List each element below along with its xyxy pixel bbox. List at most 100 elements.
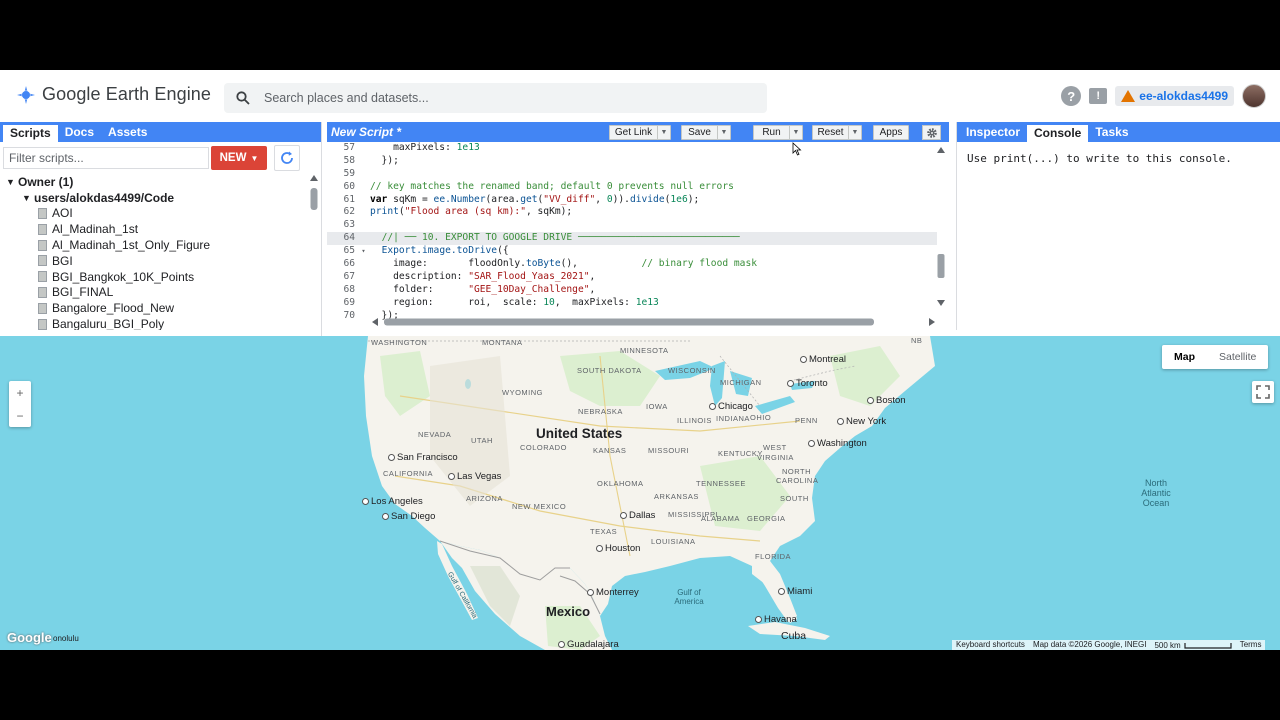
get-link-button[interactable]: Get Link ▼ xyxy=(609,125,671,140)
tree-folder[interactable]: ▼ users/alokdas4499/Code xyxy=(0,190,310,206)
code-line[interactable]: 62 print("Flood area (sq km):", sqKm); xyxy=(327,206,937,219)
fold-toggle[interactable] xyxy=(357,284,370,297)
fold-toggle[interactable] xyxy=(357,206,370,219)
header: Google Earth Engine ? ! ee-alokdas4499 xyxy=(0,70,1280,122)
state-label: CALIFORNIA xyxy=(383,469,434,478)
state-label: ARKANSAS xyxy=(654,492,699,501)
script-file-item[interactable]: BGI_FINAL xyxy=(0,285,310,301)
user-name: ee-alokdas4499 xyxy=(1139,89,1228,103)
tab-console[interactable]: Console xyxy=(1027,125,1089,142)
map-type-satellite-button[interactable]: Satellite xyxy=(1207,345,1268,369)
script-title[interactable]: New Script * xyxy=(331,122,401,142)
code-line[interactable]: 63 xyxy=(327,219,937,232)
code-line[interactable]: 67 description: "SAR_Flood_Yaas_2021", xyxy=(327,271,937,284)
filter-scripts-input[interactable] xyxy=(3,147,209,169)
fold-toggle[interactable] xyxy=(357,181,370,194)
map-basemap[interactable] xyxy=(0,336,1280,650)
scripts-toolbar: NEW ▼ xyxy=(0,142,321,174)
code-line[interactable]: 66 image: floodOnly.toByte(), // binary … xyxy=(327,258,937,271)
search-input[interactable] xyxy=(264,91,724,105)
chevron-down-icon[interactable]: ▼ xyxy=(789,126,802,139)
fold-toggle[interactable]: ▾ xyxy=(357,245,370,258)
tree-owner-root[interactable]: ▼ Owner (1) xyxy=(0,174,310,190)
city-label: Boston xyxy=(867,395,906,406)
fold-toggle[interactable] xyxy=(357,142,370,155)
apps-label: Apps xyxy=(879,127,903,138)
settings-button[interactable] xyxy=(922,125,941,140)
tree-item-label: Al_Madinah_1st xyxy=(52,222,139,237)
fold-toggle[interactable] xyxy=(357,297,370,310)
code-line[interactable]: 60 // key matches the renamed band; defau… xyxy=(327,181,937,194)
caret-down-icon[interactable]: ▼ xyxy=(6,177,18,187)
fold-toggle[interactable] xyxy=(357,271,370,284)
fold-toggle[interactable] xyxy=(357,219,370,232)
save-button[interactable]: Save ▼ xyxy=(681,125,731,140)
code-line[interactable]: 64 //| ── 10. EXPORT TO GOOGLE DRIVE ───… xyxy=(327,232,937,246)
state-label: WASHINGTON xyxy=(371,338,428,347)
code-line[interactable]: 65 ▾ Export.image.toDrive({ xyxy=(327,245,937,258)
code-horizontal-scrollbar[interactable] xyxy=(371,317,936,327)
script-file-item[interactable]: BGI_Bangkok_10K_Points xyxy=(0,269,310,285)
fold-toggle[interactable] xyxy=(357,168,370,181)
zoom-out-button[interactable]: − xyxy=(9,404,31,427)
fold-toggle[interactable] xyxy=(357,194,370,207)
state-label: ILLINOIS xyxy=(677,416,712,425)
fold-toggle[interactable] xyxy=(357,258,370,271)
fold-toggle[interactable] xyxy=(357,232,370,245)
code-line[interactable]: 61 var sqKm = ee.Number(area.get("VV_diff… xyxy=(327,194,937,207)
code-text: folder: "GEE_10Day_Challenge", xyxy=(370,283,596,295)
city-label: Miami xyxy=(778,586,812,597)
map-type-map-button[interactable]: Map xyxy=(1162,345,1207,369)
chevron-down-icon[interactable]: ▼ xyxy=(717,126,730,139)
feedback-icon[interactable]: ! xyxy=(1089,88,1108,104)
script-file-item[interactable]: Al_Madinah_1st_Only_Figure xyxy=(0,237,310,253)
state-label: NB xyxy=(911,336,923,345)
avatar[interactable] xyxy=(1242,84,1266,108)
script-file-item[interactable]: BGI xyxy=(0,253,310,269)
help-icon[interactable]: ? xyxy=(1061,86,1082,106)
state-label: IOWA xyxy=(646,402,668,411)
new-script-button[interactable]: NEW ▼ xyxy=(211,146,267,170)
script-file-item[interactable]: Bangaluru_BGI_Poly xyxy=(0,316,310,330)
scale-bar: 500 km xyxy=(1150,640,1235,650)
code-line[interactable]: 58 }); xyxy=(327,155,937,168)
city-label: Los Angeles xyxy=(362,496,423,507)
ocean-label-line: Ocean xyxy=(1142,498,1170,508)
scripts-scrollbar[interactable] xyxy=(309,174,319,358)
apps-button[interactable]: Apps xyxy=(873,125,909,140)
search-box[interactable] xyxy=(224,83,767,113)
map-view[interactable]: WASHINGTON MONTANA MINNESOTA SOUTH DAKOT… xyxy=(0,336,1280,650)
run-button[interactable]: Run ▼ xyxy=(753,125,803,140)
code-line[interactable]: 69 region: roi, scale: 10, maxPixels: 1e… xyxy=(327,297,937,310)
refresh-button[interactable] xyxy=(274,145,300,171)
reset-button[interactable]: Reset ▼ xyxy=(812,125,862,140)
terms-link[interactable]: Terms xyxy=(1236,640,1266,650)
chevron-down-icon[interactable]: ▼ xyxy=(848,126,861,139)
tree-item-label: BGI_FINAL xyxy=(52,285,114,300)
tab-docs[interactable]: Docs xyxy=(58,122,101,142)
tab-inspector[interactable]: Inspector xyxy=(959,122,1027,142)
code-area[interactable]: 57 maxPixels: 1e13 58 }); 59 60// key match… xyxy=(327,142,937,322)
fullscreen-button[interactable] xyxy=(1252,381,1274,403)
code-line[interactable]: 57 maxPixels: 1e13 xyxy=(327,142,937,155)
code-line[interactable]: 59 xyxy=(327,168,937,181)
script-file-item[interactable]: Bangalore_Flood_New xyxy=(0,300,310,316)
script-file-item[interactable]: Al_Madinah_1st xyxy=(0,221,310,237)
fold-toggle[interactable] xyxy=(357,155,370,168)
code-line[interactable]: 68 folder: "GEE_10Day_Challenge", xyxy=(327,284,937,297)
app-logo[interactable]: Google Earth Engine xyxy=(16,84,211,105)
caret-down-icon[interactable]: ▼ xyxy=(22,193,34,203)
zoom-in-button[interactable]: + xyxy=(9,381,31,404)
tab-tasks[interactable]: Tasks xyxy=(1088,122,1135,142)
state-label: VIRGINIA xyxy=(757,453,794,462)
keyboard-shortcuts-link[interactable]: Keyboard shortcuts xyxy=(952,640,1029,650)
tab-assets[interactable]: Assets xyxy=(101,122,154,142)
user-account-chip[interactable]: ee-alokdas4499 xyxy=(1115,86,1234,106)
tab-scripts[interactable]: Scripts xyxy=(3,125,58,142)
code-text: image: floodOnly.toByte(), // binary flo… xyxy=(370,258,758,270)
code-vertical-scrollbar[interactable] xyxy=(936,146,946,308)
script-file-item[interactable]: AOI xyxy=(0,206,310,222)
chevron-down-icon[interactable]: ▼ xyxy=(657,126,670,139)
state-label: WYOMING xyxy=(502,388,543,397)
fold-toggle[interactable] xyxy=(357,310,370,322)
